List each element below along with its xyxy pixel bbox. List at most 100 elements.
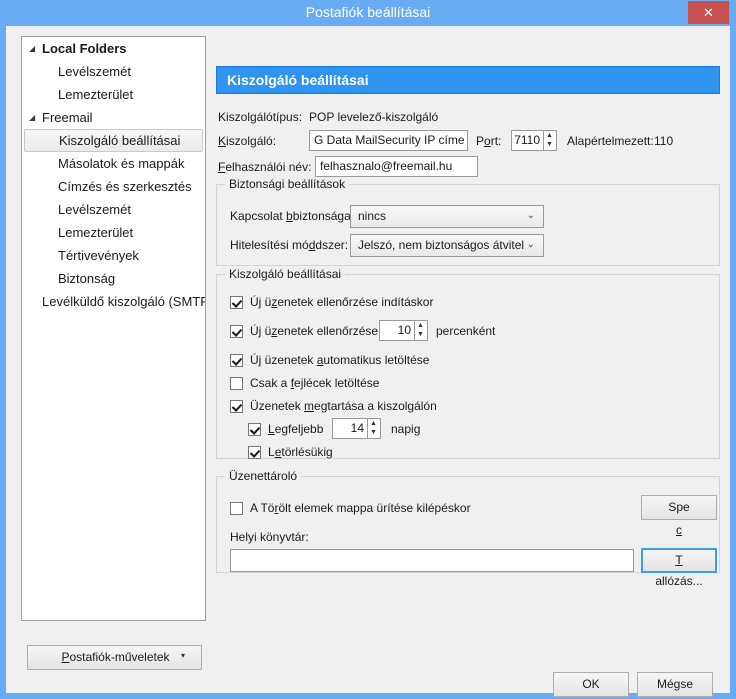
sidebar-item-9[interactable]: Tértivevények [22,244,205,267]
ud-a: L [268,445,275,459]
ce-rest: enetek ellenőrzése [277,324,379,338]
check-interval-spinner[interactable]: ▲ ▼ [415,320,428,341]
connection-security-label: Kapcsolat bbiztonsága: [230,209,355,223]
cancel-button[interactable]: Mégse [637,672,713,697]
cas-a: Új ü [250,295,272,309]
server-input[interactable]: G Data MailSecurity IP címe [309,130,468,151]
auto-download-label[interactable]: Új üzenetek automatikus letöltése [250,353,429,367]
dialog-client-area: ◢ Local Folders Levélszemét Lemezterület ◢ Fr… [6,26,730,697]
sidebar-item-label: Tértivevények [58,248,139,263]
sidebar-item-5[interactable]: Másolatok és mappák [22,152,205,175]
ad-a: Új üzenetek [250,353,317,367]
sidebar-item-10[interactable]: Biztonság [22,267,205,290]
port-label: Port: [476,134,502,148]
panel-header: Kiszolgáló beállításai [216,66,720,94]
ok-button[interactable]: OK [553,672,629,697]
empty-trash-label[interactable]: A Törölt elemek mappa ürítése kilépéskor [250,501,471,515]
account-actions-label-rest: ostafiók-műveletek [69,650,170,664]
csl-rest: biztonsága: [292,209,355,223]
sidebar-item-3[interactable]: ◢ Freemail [22,106,205,129]
sidebar-item-0[interactable]: ◢ Local Folders [22,37,205,60]
server-label-rest: iszolgáló: [226,134,277,148]
aml-a: Hitelesítési mó [230,238,309,252]
ho-rest: ejlécek letöltése [294,376,380,390]
tree-twisty-icon[interactable]: ◢ [29,37,41,60]
check-interval-input[interactable]: 10 [379,320,415,341]
port-spinner[interactable]: ▲ ▼ [544,130,557,151]
spinner-down-icon[interactable]: ▼ [368,428,379,437]
tree-twisty-icon[interactable]: ◢ [29,106,41,129]
auth-method-dropdown[interactable]: Jelszó, nem biztonságos átvitel ⌄ [350,234,544,257]
at-most-checkbox[interactable] [248,423,261,436]
auth-method-label: Hitelesítési móddszer: [230,238,349,252]
spinner-up-icon[interactable]: ▲ [415,321,426,330]
sidebar-item-11[interactable]: Levélküldő kiszolgáló (SMTP) [22,290,205,313]
auth-method-value: Jelszó, nem biztonságos átvitel [358,238,525,252]
account-actions-button[interactable]: Postafiók-műveletek ▾ [27,645,202,670]
spinner-down-icon[interactable]: ▼ [544,140,555,149]
default-port-value: 110 [654,134,674,148]
sidebar-item-1[interactable]: Levélszemét [22,60,205,83]
browse-button-label: Tallózás... [643,550,715,592]
username-input[interactable]: felhasznalo@freemail.hu [315,156,478,177]
account-tree[interactable]: ◢ Local Folders Levélszemét Lemezterület ◢ Fr… [21,36,206,621]
chevron-down-icon: ▾ [180,651,185,660]
close-icon[interactable]: ✕ [688,1,729,24]
connection-security-dropdown[interactable]: nincs ⌄ [350,205,544,228]
sidebar-item-label: Levélszemét [58,64,131,79]
check-every-checkbox[interactable] [230,325,243,338]
empty-trash-checkbox[interactable] [230,502,243,515]
sidebar-item-label: Címzés és szerkesztés [58,179,192,194]
check-at-startup-checkbox[interactable] [230,296,243,309]
sidebar-item-2[interactable]: Lemezterület [22,83,205,106]
los-rest: egtartása a kiszolgálón [314,399,437,413]
settings-panel: Kiszolgáló beállításai Kiszolgálótípus: … [212,36,720,656]
store-group-title: Üzenettároló [225,469,302,483]
sidebar-item-6[interactable]: Címzés és szerkesztés [22,175,205,198]
aml-rest: dszer: [315,238,349,252]
until-deleted-checkbox[interactable] [248,446,261,459]
at-most-days-suffix: napig [391,422,421,436]
ce-a: Új ü [250,324,272,338]
at-most-label[interactable]: Legfeljebb [268,422,323,436]
spinner-up-icon[interactable]: ▲ [368,419,379,428]
leave-on-server-label[interactable]: Üzenetek megtartása a kiszolgálón [250,399,437,413]
sidebar-item-label: Kiszolgáló beállításai [59,133,181,148]
ho-a: Csak a [250,376,291,390]
sidebar-item-4[interactable]: Kiszolgáló beállításai [24,129,203,152]
username-label: Felhasználói név: [218,160,312,174]
am-rest: egfeljebb [274,422,324,436]
until-deleted-label[interactable]: Letörlésükig [268,445,333,459]
check-interval-suffix: percenként [436,324,496,338]
check-at-startup-label[interactable]: Új üzenetek ellenőrzése indításkor [250,295,433,309]
auto-download-checkbox[interactable] [230,354,243,367]
server-settings-group: Kiszolgáló beállításai Új üzenetek ellen… [216,267,720,459]
sidebar-item-label: Lemezterület [58,87,134,102]
sidebar-item-7[interactable]: Levélszemét [22,198,205,221]
headers-only-label[interactable]: Csak a fejlécek letöltése [250,376,379,390]
title-bar: Postafiók beállításai ✕ [0,0,736,26]
port-label-rest: rt: [490,134,502,148]
advanced-button[interactable]: Speciális... [641,495,717,560]
sidebar-item-label: Local Folders [42,41,127,56]
chevron-down-icon: ⌄ [526,210,535,221]
sidebar-item-label: Levélszemét [58,202,131,217]
server-type-value: POP levelező-kiszolgáló [309,110,439,124]
port-input[interactable]: 7110 [511,130,544,151]
at-most-days-input[interactable]: 14 [332,418,368,439]
sidebar-item-label: Levélküldő kiszolgáló (SMTP) [42,294,206,309]
spinner-up-icon[interactable]: ▲ [544,131,555,140]
security-group-title: Biztonsági beállítások [225,177,350,191]
at-most-days-spinner[interactable]: ▲ ▼ [368,418,381,439]
et-rest: ölt elemek mappa ürítése kilépéskor [278,501,471,515]
dialog-window: Postafiók beállításai ✕ ◢ Local Folders Le… [0,0,736,699]
browse-button[interactable]: Tallózás... [641,548,717,588]
spinner-down-icon[interactable]: ▼ [415,330,426,339]
headers-only-checkbox[interactable] [230,377,243,390]
username-label-rest: elhasználói név: [225,160,312,174]
leave-on-server-checkbox[interactable] [230,400,243,413]
sidebar-item-8[interactable]: Lemezterület [22,221,205,244]
local-directory-input[interactable] [230,549,634,572]
brw-rest: allózás... [655,574,703,588]
check-every-label[interactable]: Új üzenetek ellenőrzése [250,324,378,338]
